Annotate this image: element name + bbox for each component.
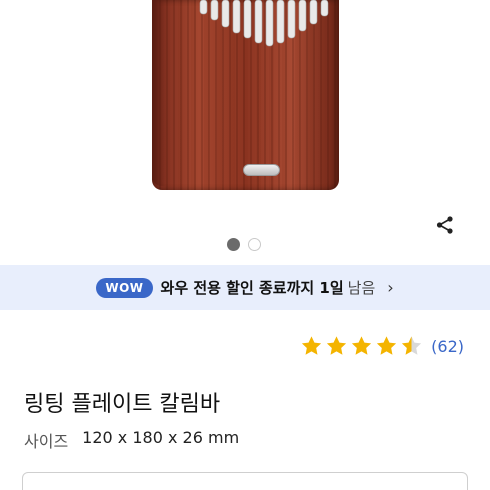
- product-image-area[interactable]: [0, 0, 490, 265]
- option-select-box[interactable]: [22, 472, 468, 490]
- star-icon: [327, 336, 347, 355]
- star-rating: [300, 335, 423, 357]
- size-row: 사이즈 120 x 180 x 26 mm: [24, 428, 239, 452]
- size-label: 사이즈: [24, 432, 69, 451]
- size-value: 120 x 180 x 26 mm: [82, 428, 240, 447]
- gallery-dot-1[interactable]: [227, 238, 240, 251]
- star-icon: [377, 336, 397, 355]
- wow-discount-banner[interactable]: WOW 와우 전용 할인 종료까지 1일 남음 ›: [0, 265, 490, 310]
- review-count[interactable]: (62): [431, 337, 464, 356]
- kalimba-tines: [199, 0, 329, 47]
- star-icon: [352, 336, 372, 355]
- wow-badge: WOW: [96, 277, 153, 298]
- gallery-dot-2[interactable]: [248, 238, 261, 251]
- rating[interactable]: (62): [300, 335, 464, 357]
- brand-plate: [243, 164, 280, 176]
- wow-banner-suffix: 남음: [347, 279, 376, 297]
- gallery-pagination: [227, 238, 261, 251]
- chevron-right-icon: ›: [387, 278, 394, 297]
- half-star-icon: [402, 336, 422, 355]
- share-button[interactable]: [434, 214, 456, 236]
- star-icon: [302, 336, 322, 355]
- wow-banner-text: 와우 전용 할인 종료까지 1일: [160, 279, 344, 297]
- product-title: 링팅 플레이트 칼림바: [24, 392, 221, 417]
- share-icon: [436, 216, 453, 234]
